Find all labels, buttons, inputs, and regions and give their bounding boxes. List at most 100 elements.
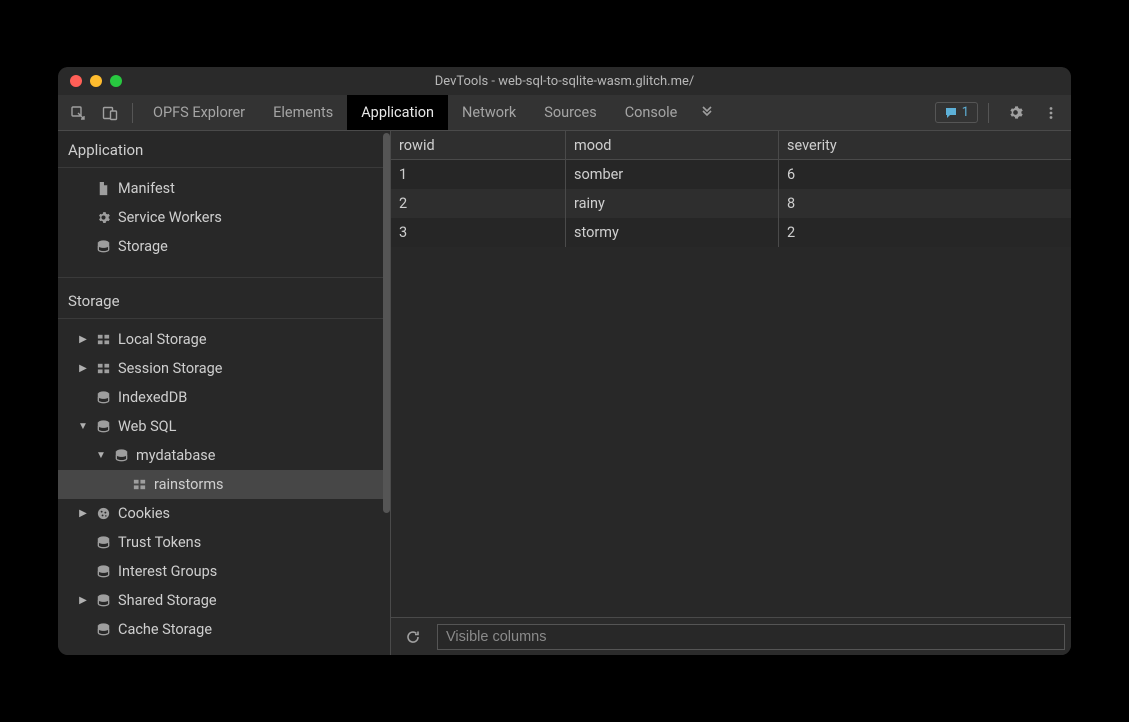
database-icon <box>94 389 112 407</box>
tab-sources[interactable]: Sources <box>530 95 610 130</box>
sidebar-item-label: Interest Groups <box>118 563 217 580</box>
table-cell: 1 <box>391 160 566 189</box>
refresh-button[interactable] <box>397 623 429 651</box>
issues-badge[interactable]: 1 <box>935 102 978 123</box>
sidebar-item-shared-storage[interactable]: ▶ Shared Storage <box>58 586 390 615</box>
chat-icon <box>944 106 958 120</box>
application-section: ▶Manifest▶Service Workers▶Storage <box>58 168 390 271</box>
sidebar-item-label: Service Workers <box>118 209 222 226</box>
column-header-rowid[interactable]: rowid <box>391 131 566 159</box>
table-row[interactable]: 3stormy2 <box>391 218 1071 247</box>
database-icon <box>94 592 112 610</box>
sidebar-item-label: mydatabase <box>136 447 215 464</box>
visible-columns-input[interactable] <box>437 624 1065 650</box>
main-area: Application ▶Manifest▶Service Workers▶St… <box>58 131 1071 655</box>
sidebar-item-cookies[interactable]: ▶ Cookies <box>58 499 390 528</box>
toolbar-right: 1 <box>935 99 1067 127</box>
section-header-application: Application <box>58 131 390 168</box>
expand-arrow-icon[interactable]: ▼ <box>78 421 88 432</box>
sidebar-item-label: Shared Storage <box>118 592 217 609</box>
expand-arrow-icon[interactable]: ▶ <box>78 595 88 606</box>
sidebar-item-rainstorms[interactable]: ▶rainstorms <box>58 470 390 499</box>
data-table: rowidmoodseverity1somber62rainy83stormy2 <box>391 131 1071 617</box>
file-icon <box>94 180 112 198</box>
grid-icon <box>130 476 148 494</box>
sidebar-item-web-sql[interactable]: ▼ Web SQL <box>58 412 390 441</box>
sidebar-item-label: Web SQL <box>118 418 176 435</box>
sidebar-item-label: Session Storage <box>118 360 223 377</box>
sidebar-item-local-storage[interactable]: ▶ Local Storage <box>58 325 390 354</box>
grid-icon <box>94 331 112 349</box>
database-icon <box>94 563 112 581</box>
sidebar-item-manifest[interactable]: ▶Manifest <box>58 174 390 203</box>
table-cell: 2 <box>391 189 566 218</box>
table-cell: 8 <box>779 189 1071 218</box>
sidebar-item-label: IndexedDB <box>118 389 187 406</box>
sidebar-item-label: Storage <box>118 238 168 255</box>
column-header-severity[interactable]: severity <box>779 131 1071 159</box>
toolbar: OPFS Explorer Elements Application Netwo… <box>58 95 1071 131</box>
table-cell: somber <box>566 160 779 189</box>
table-cell: 2 <box>779 218 1071 247</box>
table-cell: stormy <box>566 218 779 247</box>
gear-icon <box>94 209 112 227</box>
tab-console[interactable]: Console <box>611 95 692 130</box>
table-cell: rainy <box>566 189 779 218</box>
database-icon <box>112 447 130 465</box>
sidebar-item-cache-storage[interactable]: ▶Cache Storage <box>58 615 390 644</box>
expand-arrow-icon[interactable]: ▶ <box>78 363 88 374</box>
database-icon <box>94 534 112 552</box>
database-icon <box>94 238 112 256</box>
refresh-icon <box>405 629 421 645</box>
column-header-mood[interactable]: mood <box>566 131 779 159</box>
table-cell: 6 <box>779 160 1071 189</box>
more-options-button[interactable] <box>1035 99 1067 127</box>
tab-elements[interactable]: Elements <box>259 95 347 130</box>
database-icon <box>94 621 112 639</box>
sidebar-item-label: Manifest <box>118 180 175 197</box>
settings-button[interactable] <box>999 99 1031 127</box>
sidebar-item-label: rainstorms <box>154 476 224 493</box>
expand-arrow-icon[interactable]: ▶ <box>78 334 88 345</box>
sidebar-item-service-workers[interactable]: ▶Service Workers <box>58 203 390 232</box>
separator <box>988 103 989 123</box>
table-cell: 3 <box>391 218 566 247</box>
grid-icon <box>94 360 112 378</box>
sidebar-item-trust-tokens[interactable]: ▶Trust Tokens <box>58 528 390 557</box>
table-header-row: rowidmoodseverity <box>391 131 1071 160</box>
sidebar-item-indexeddb[interactable]: ▶IndexedDB <box>58 383 390 412</box>
sidebar-item-label: Local Storage <box>118 331 207 348</box>
expand-arrow-icon[interactable]: ▶ <box>78 508 88 519</box>
tab-application[interactable]: Application <box>347 95 448 130</box>
inspect-element-button[interactable] <box>62 99 94 127</box>
device-toolbar-button[interactable] <box>94 99 126 127</box>
sidebar-item-label: Cache Storage <box>118 621 212 638</box>
table-row[interactable]: 1somber6 <box>391 160 1071 189</box>
traffic-lights <box>58 75 122 87</box>
expand-arrow-icon[interactable]: ▼ <box>96 450 106 461</box>
separator <box>132 103 133 123</box>
sidebar-item-label: Cookies <box>118 505 170 522</box>
issues-count: 1 <box>962 105 969 120</box>
sidebar-item-mydatabase[interactable]: ▼ mydatabase <box>58 441 390 470</box>
storage-section: ▶Local Storage▶Session Storage▶IndexedDB… <box>58 319 390 654</box>
section-header-storage: Storage <box>58 277 390 319</box>
gear-icon <box>1007 104 1024 121</box>
sidebar-scrollbar[interactable] <box>383 131 390 521</box>
devtools-window: DevTools - web-sql-to-sqlite-wasm.glitch… <box>58 67 1071 655</box>
sidebar-item-interest-groups[interactable]: ▶Interest Groups <box>58 557 390 586</box>
maximize-window-button[interactable] <box>110 75 122 87</box>
sidebar-item-storage[interactable]: ▶Storage <box>58 232 390 261</box>
more-tabs-button[interactable] <box>691 99 723 127</box>
tab-network[interactable]: Network <box>448 95 530 130</box>
sidebar-item-session-storage[interactable]: ▶ Session Storage <box>58 354 390 383</box>
cookie-icon <box>94 505 112 523</box>
table-footer <box>391 617 1071 655</box>
close-window-button[interactable] <box>70 75 82 87</box>
minimize-window-button[interactable] <box>90 75 102 87</box>
content-panel: rowidmoodseverity1somber62rainy83stormy2 <box>391 131 1071 655</box>
table-row[interactable]: 2rainy8 <box>391 189 1071 218</box>
tab-opfs-explorer[interactable]: OPFS Explorer <box>139 95 259 130</box>
panel-tabs: OPFS Explorer Elements Application Netwo… <box>139 95 723 130</box>
database-icon <box>94 418 112 436</box>
